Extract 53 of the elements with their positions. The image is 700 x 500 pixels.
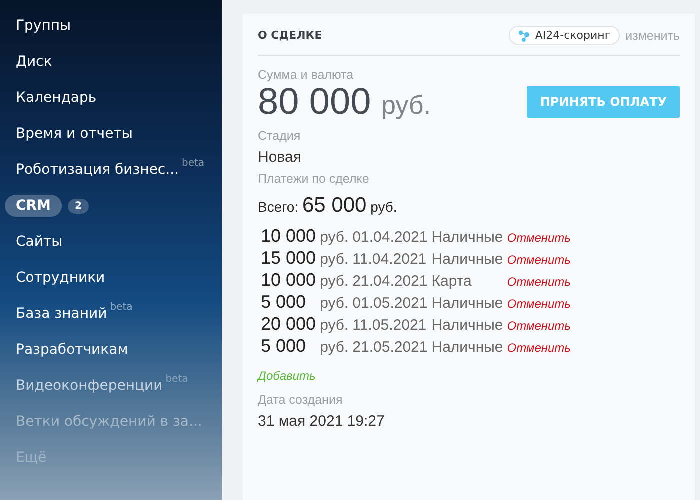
beta-label: beta bbox=[110, 302, 133, 313]
payment-currency: руб. bbox=[320, 272, 349, 290]
section-title: О СДЕЛКЕ bbox=[258, 29, 322, 42]
amount-value: 80 000 руб. bbox=[258, 82, 432, 123]
sidebar-item[interactable]: Сотрудники bbox=[5, 267, 116, 289]
payment-date: 11.04.2021 bbox=[352, 250, 428, 268]
cancel-link[interactable]: Отменить bbox=[507, 340, 571, 355]
sidebar-item[interactable]: Сайты bbox=[5, 231, 74, 253]
payment-amount: 20 000 bbox=[261, 314, 316, 335]
scoring-button[interactable]: AI24-скоринг bbox=[509, 26, 620, 45]
payment-currency: руб. bbox=[320, 338, 349, 356]
field-label: Дата создания bbox=[258, 392, 344, 407]
sidebar-item[interactable]: CRM bbox=[5, 195, 62, 217]
payment-method: Наличные bbox=[432, 338, 504, 356]
beta-label: beta bbox=[166, 374, 188, 385]
payment-date: 01.05.2021 bbox=[352, 294, 428, 312]
payment-amount: 10 000 bbox=[261, 270, 316, 291]
sidebar-item[interactable]: Время и отчеты bbox=[5, 123, 144, 145]
payment-method: Наличные bbox=[432, 294, 504, 312]
created-date: 31 мая 2021 19:27 bbox=[258, 412, 386, 430]
cancel-link[interactable]: Отменить bbox=[507, 252, 571, 267]
payment-method: Наличные bbox=[432, 228, 504, 246]
payments-total: Всего: 65 000 руб. bbox=[258, 194, 398, 218]
payment-method: Карта bbox=[432, 272, 473, 290]
payment-amount: 5 000 bbox=[261, 292, 308, 313]
payment-amount: 15 000 bbox=[261, 248, 316, 269]
cancel-link[interactable]: Отменить bbox=[507, 296, 571, 311]
field-label: Платежи по сделке bbox=[258, 172, 370, 186]
payment-amount: 5 000 bbox=[261, 336, 308, 357]
payment-date: 21.05.2021 bbox=[352, 338, 428, 356]
payment-currency: руб. bbox=[320, 316, 349, 334]
sidebar-item[interactable]: Разработчикам bbox=[5, 339, 140, 361]
payment-currency: руб. bbox=[320, 250, 349, 268]
sidebar-item[interactable]: Календарь bbox=[5, 87, 108, 109]
payment-currency: руб. bbox=[320, 294, 349, 312]
payment-method: Наличные bbox=[432, 316, 504, 334]
payment-date: 11.05.2021 bbox=[352, 316, 428, 334]
nodes-icon bbox=[518, 30, 530, 42]
cancel-link[interactable]: Отменить bbox=[507, 230, 571, 245]
field-label: Стадия bbox=[258, 128, 302, 143]
beta-label: beta bbox=[182, 158, 205, 169]
payment-amount: 10 000 bbox=[261, 226, 316, 247]
field-label: Сумма и валюта bbox=[258, 68, 355, 82]
payment-method: Наличные bbox=[432, 250, 504, 268]
stage-value: Новая bbox=[258, 148, 302, 166]
payment-currency: руб. bbox=[320, 228, 349, 246]
counter-badge: 2 bbox=[68, 198, 89, 214]
cancel-link[interactable]: Отменить bbox=[507, 274, 571, 289]
payment-date: 21.04.2021 bbox=[352, 272, 428, 290]
sidebar-item[interactable]: Диск bbox=[5, 51, 64, 73]
sidebar-item[interactable]: Группы bbox=[5, 15, 82, 37]
cancel-link[interactable]: Отменить bbox=[507, 318, 571, 333]
payment-date: 01.04.2021 bbox=[352, 228, 428, 246]
